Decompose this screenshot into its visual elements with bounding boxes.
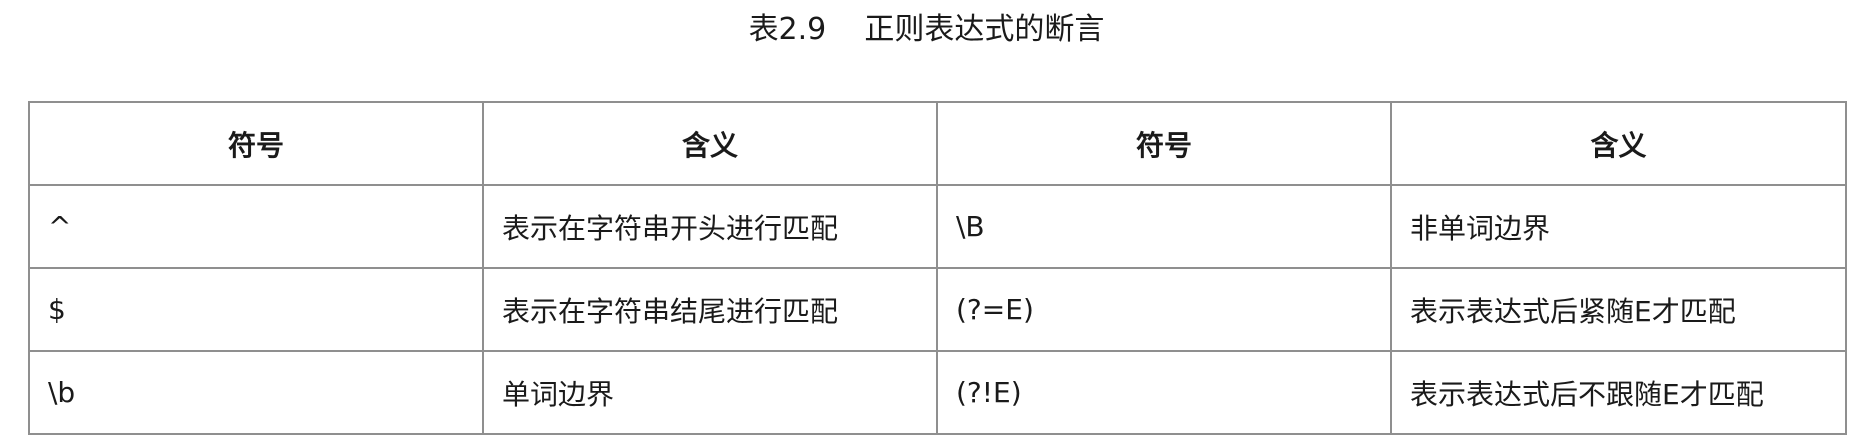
symbol-cell: $ <box>28 267 484 352</box>
symbol-cell: \B <box>936 184 1392 269</box>
table-row: \b 单词边界 (?!E) 表示表达式后不跟随E才匹配 <box>28 350 1847 435</box>
header-symbol-2: 符号 <box>936 101 1392 186</box>
meaning-cell: 表示表达式后不跟随E才匹配 <box>1390 350 1847 435</box>
symbol-cell: \b <box>28 350 484 435</box>
header-meaning-1: 含义 <box>482 101 938 186</box>
table-header-row: 符号 含义 符号 含义 <box>28 101 1847 186</box>
meaning-cell: 非单词边界 <box>1390 184 1847 269</box>
meaning-cell: 单词边界 <box>482 350 938 435</box>
symbol-cell: (?!E) <box>936 350 1392 435</box>
header-symbol-1: 符号 <box>28 101 484 186</box>
meaning-cell: 表示表达式后紧随E才匹配 <box>1390 267 1847 352</box>
header-meaning-2: 含义 <box>1390 101 1847 186</box>
meaning-cell: 表示在字符串开头进行匹配 <box>482 184 938 269</box>
meaning-cell: 表示在字符串结尾进行匹配 <box>482 267 938 352</box>
table-row: ^ 表示在字符串开头进行匹配 \B 非单词边界 <box>28 184 1847 269</box>
regex-assertions-table: 符号 含义 符号 含义 ^ 表示在字符串开头进行匹配 \B 非单词边界 $ 表示… <box>28 101 1847 435</box>
symbol-cell: (?=E) <box>936 267 1392 352</box>
symbol-cell: ^ <box>28 184 484 269</box>
table-caption: 表2.9 正则表达式的断言 <box>748 12 1105 47</box>
table-row: $ 表示在字符串结尾进行匹配 (?=E) 表示表达式后紧随E才匹配 <box>28 267 1847 352</box>
